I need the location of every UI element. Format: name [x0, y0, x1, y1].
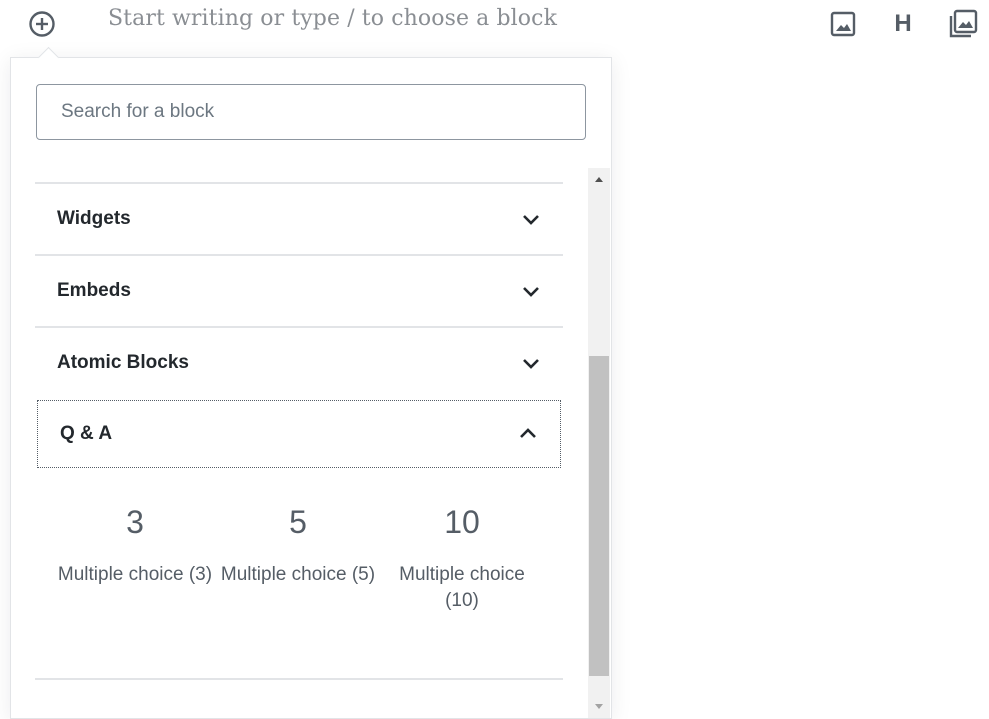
panel-atomic-blocks[interactable]: Atomic Blocks [35, 326, 563, 398]
panel-widgets[interactable]: Widgets [35, 182, 563, 254]
scrollbar[interactable] [588, 168, 610, 718]
image-block-button[interactable] [826, 8, 860, 40]
image-icon [830, 11, 856, 37]
panel-title: Atomic Blocks [57, 352, 189, 373]
chevron-up-icon [520, 428, 536, 438]
chevron-down-icon [523, 215, 539, 225]
gallery-block-button[interactable] [946, 8, 980, 40]
block-icon: 10 [444, 504, 480, 540]
block-label: Multiple choice (5) [220, 564, 376, 585]
chevron-down-icon [523, 359, 539, 369]
panel-embeds[interactable]: Embeds [35, 254, 563, 326]
panel-title: Embeds [57, 280, 131, 301]
block-label: Multiple choice (3) [57, 564, 213, 585]
q-and-a-block-list: 3 Multiple choice (3) 5 Multiple choice … [35, 468, 563, 679]
plus-circle-icon [29, 11, 55, 37]
block-icon: 3 [126, 504, 144, 540]
chevron-down-icon [523, 287, 539, 297]
panel-q-and-a[interactable]: Q & A [37, 400, 561, 468]
popover-arrow [37, 46, 60, 69]
block-category-list: Widgets Embeds Atomic Blocks Q & A 3 Mul… [35, 182, 563, 718]
multiple-choice-10-block[interactable]: 10 Multiple choice (10) [382, 498, 542, 614]
caret-up-icon [595, 177, 603, 182]
block-placeholder[interactable]: Start writing or type / to choose a bloc… [108, 6, 557, 31]
scroll-up-button[interactable] [588, 168, 610, 190]
divider [35, 678, 563, 680]
heading-block-button[interactable]: H [886, 8, 920, 40]
block-label: Multiple choice (10) [399, 564, 525, 611]
caret-down-icon [595, 704, 603, 709]
quick-insert-tools: H [826, 8, 986, 40]
block-icon: 5 [289, 504, 307, 540]
scroll-thumb[interactable] [589, 356, 609, 676]
panel-title: Q & A [60, 423, 113, 444]
multiple-choice-3-block[interactable]: 3 Multiple choice (3) [55, 498, 215, 588]
multiple-choice-5-block[interactable]: 5 Multiple choice (5) [218, 498, 378, 588]
add-block-button[interactable] [27, 9, 57, 39]
block-inserter-popover: Widgets Embeds Atomic Blocks Q & A [10, 46, 612, 719]
scroll-down-button[interactable] [588, 696, 610, 718]
gallery-icon [949, 9, 978, 38]
panel-title: Widgets [57, 208, 131, 229]
block-search-input[interactable] [36, 84, 586, 140]
